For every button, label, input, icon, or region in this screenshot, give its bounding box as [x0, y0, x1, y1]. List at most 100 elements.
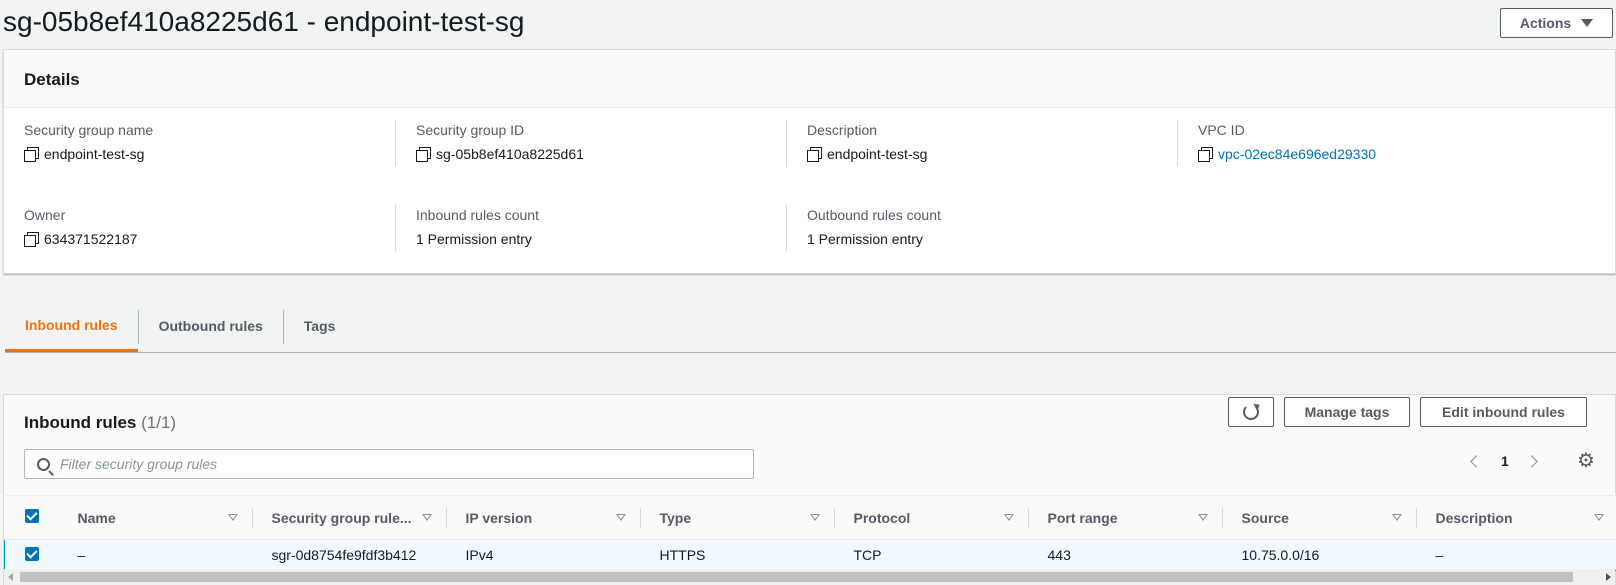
description-value: endpoint-test-sg — [827, 146, 928, 162]
caret-down-icon — [1581, 19, 1594, 27]
column-header-port-range[interactable]: Port range — [1028, 495, 1223, 540]
edit-inbound-rules-button[interactable]: Edit inbound rules — [1420, 397, 1587, 427]
column-header-description[interactable]: Description — [1416, 495, 1616, 540]
detail-label: Owner — [24, 207, 66, 223]
cell-description: – — [1416, 539, 1616, 571]
copy-icon[interactable] — [807, 147, 822, 162]
tab-tags[interactable]: Tags — [284, 300, 356, 352]
sort-icon — [615, 514, 626, 521]
column-label: Description — [1435, 509, 1513, 526]
row-checkbox[interactable] — [25, 546, 39, 561]
detail-value: endpoint-test-sg — [807, 144, 1166, 164]
detail-value: 634371522187 — [24, 229, 404, 249]
column-label: IP version — [465, 509, 533, 526]
security-group-name-value: endpoint-test-sg — [44, 146, 145, 162]
detail-vpc-id: VPC ID vpc-02ec84e696ed29330 — [1177, 120, 1557, 166]
row-select-cell — [4, 539, 59, 571]
sort-icon — [809, 514, 820, 521]
details-header: Details — [4, 50, 1615, 108]
copy-icon[interactable] — [24, 232, 39, 247]
cell-type: HTTPS — [640, 539, 835, 571]
gear-icon[interactable]: ⚙ — [1576, 451, 1596, 471]
column-header-source[interactable]: Source — [1222, 495, 1417, 540]
select-all-cell — [4, 495, 59, 540]
inbound-rules-header: Inbound rules (1/1) Manage tags Edit inb… — [4, 395, 1615, 495]
sort-icon — [1391, 514, 1402, 521]
column-label: Security group rule... — [271, 509, 412, 526]
cell-protocol: TCP — [834, 539, 1029, 571]
sort-icon — [1593, 514, 1604, 521]
column-label: Port range — [1047, 509, 1118, 526]
pagination: 1 — [1470, 453, 1538, 469]
vpc-id-link[interactable]: vpc-02ec84e696ed29330 — [1218, 144, 1376, 164]
manage-tags-button[interactable]: Manage tags — [1284, 397, 1410, 427]
inbound-rules-panel: Inbound rules (1/1) Manage tags Edit inb… — [3, 394, 1616, 585]
select-all-checkbox[interactable] — [24, 509, 39, 523]
detail-label: VPC ID — [1198, 122, 1245, 138]
page-title: sg-05b8ef410a8225d61 - endpoint-test-sg — [3, 6, 525, 37]
inbound-rules-title-text: Inbound rules — [24, 413, 137, 432]
column-label: Name — [77, 509, 116, 526]
cell-port-range: 443 — [1028, 539, 1223, 571]
scroll-left-icon[interactable] — [8, 573, 13, 581]
table-header-row: Name Security group rule... IP version T… — [4, 495, 1616, 540]
refresh-button[interactable] — [1228, 397, 1274, 427]
horizontal-scrollbar[interactable] — [4, 569, 1615, 585]
sort-icon — [1197, 514, 1208, 521]
copy-icon[interactable] — [24, 147, 39, 162]
detail-value: vpc-02ec84e696ed29330 — [1198, 144, 1557, 164]
copy-icon[interactable] — [1198, 147, 1213, 162]
inbound-rules-title: Inbound rules (1/1) — [24, 413, 176, 433]
detail-outbound-rules-count: Outbound rules count 1 Permission entry — [786, 205, 1166, 251]
details-title: Details — [24, 70, 80, 89]
detail-security-group-id: Security group ID sg-05b8ef410a8225d61 — [395, 120, 775, 166]
security-group-id-value: sg-05b8ef410a8225d61 — [436, 146, 584, 162]
inbound-rules-count-value: 1 Permission entry — [416, 231, 532, 247]
chevron-right-icon[interactable] — [1524, 454, 1538, 468]
scrollbar-thumb[interactable] — [20, 572, 1573, 582]
column-header-type[interactable]: Type — [640, 495, 835, 540]
cell-name: – — [58, 539, 253, 571]
detail-value: endpoint-test-sg — [24, 144, 404, 164]
tab-outbound-rules[interactable]: Outbound rules — [139, 300, 283, 352]
table-row[interactable]: – sgr-0d8754fe9fdf3b412 IPv4 HTTPS TCP 4… — [4, 539, 1616, 571]
column-label: Source — [1241, 509, 1289, 526]
actions-button-label: Actions — [1519, 15, 1572, 31]
sort-icon — [421, 514, 432, 521]
cell-ip-version: IPv4 — [446, 539, 641, 571]
tab-inbound-rules[interactable]: Inbound rules — [5, 300, 138, 352]
detail-value: sg-05b8ef410a8225d61 — [416, 144, 775, 164]
column-label: Type — [659, 509, 692, 526]
outbound-rules-count-value: 1 Permission entry — [807, 231, 923, 247]
sort-icon — [227, 514, 238, 521]
detail-label: Security group name — [24, 122, 154, 138]
details-panel: Details Security group name endpoint-tes… — [3, 49, 1616, 274]
tab-bar: Inbound rules Outbound rules Tags — [5, 300, 1616, 353]
detail-label: Outbound rules count — [807, 207, 941, 223]
refresh-icon — [1243, 404, 1259, 420]
filter-field[interactable] — [24, 449, 754, 479]
owner-value: 634371522187 — [44, 231, 138, 247]
column-header-protocol[interactable]: Protocol — [834, 495, 1029, 540]
chevron-left-icon[interactable] — [1470, 454, 1483, 468]
inbound-rules-count: (1/1) — [141, 413, 177, 432]
detail-description: Description endpoint-test-sg — [786, 120, 1166, 166]
detail-inbound-rules-count: Inbound rules count 1 Permission entry — [395, 205, 775, 251]
detail-label: Description — [807, 122, 878, 138]
detail-label: Security group ID — [416, 122, 525, 138]
sort-icon — [1003, 514, 1014, 521]
search-icon — [37, 457, 50, 471]
column-header-name[interactable]: Name — [58, 495, 253, 540]
scroll-right-icon[interactable] — [1606, 573, 1611, 581]
detail-security-group-name: Security group name endpoint-test-sg — [24, 120, 404, 164]
cell-source: 10.75.0.0/16 — [1222, 539, 1417, 571]
detail-label: Inbound rules count — [416, 207, 539, 223]
actions-dropdown-button[interactable]: Actions — [1500, 8, 1613, 38]
filter-input[interactable] — [60, 456, 700, 472]
page-number[interactable]: 1 — [1501, 453, 1509, 469]
cell-rule-id: sgr-0d8754fe9fdf3b412 — [252, 539, 447, 571]
column-header-rule-id[interactable]: Security group rule... — [252, 495, 447, 540]
detail-owner: Owner 634371522187 — [24, 205, 404, 249]
copy-icon[interactable] — [416, 147, 431, 162]
column-header-ip-version[interactable]: IP version — [446, 495, 641, 540]
